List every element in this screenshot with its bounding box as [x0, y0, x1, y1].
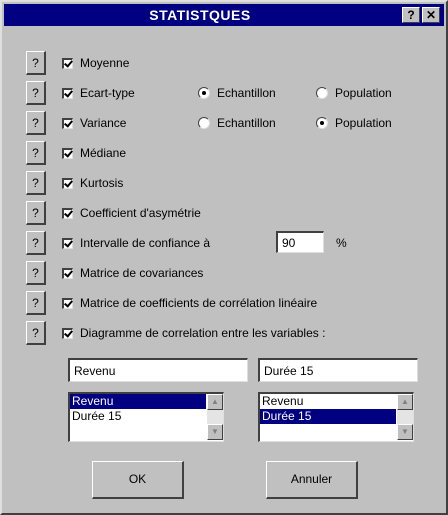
- checkbox-box[interactable]: [62, 147, 73, 159]
- help-button-correlation[interactable]: ?: [26, 291, 46, 315]
- confidence-level-input[interactable]: 90: [276, 231, 324, 253]
- help-button-moyenne[interactable]: ?: [26, 51, 46, 75]
- checkbox-label: Médiane: [80, 146, 127, 160]
- close-icon[interactable]: ✕: [422, 7, 440, 23]
- radio-dot[interactable]: [316, 87, 328, 99]
- checkbox-label: Moyenne: [80, 56, 130, 70]
- checkbox-label: Diagramme de correlation entre les varia…: [80, 326, 326, 340]
- radio-dot[interactable]: [198, 117, 210, 129]
- radio-label: Population: [335, 86, 392, 100]
- title-bar: STATISTQUES ? ✕: [4, 4, 444, 26]
- scrollbar[interactable]: ▲ ▼: [207, 394, 223, 440]
- checkbox-box[interactable]: [62, 237, 73, 249]
- checkbox-label: Kurtosis: [80, 176, 124, 190]
- statistiques-dialog: STATISTQUES ? ✕ ? ? ? ? ? ? ? ? ? ? Moye…: [0, 0, 448, 515]
- help-button-intervalle[interactable]: ?: [26, 231, 46, 255]
- radio-variance-echantillon[interactable]: Echantillon: [198, 114, 276, 132]
- checkbox-correlation[interactable]: Matrice de coefficients de corrélation l…: [62, 294, 317, 312]
- help-button-ecart-type[interactable]: ?: [26, 81, 46, 105]
- radio-ecart-type-population[interactable]: Population: [316, 84, 392, 102]
- help-button-asymetrie[interactable]: ?: [26, 201, 46, 225]
- variable-listbox-right[interactable]: Revenu Durée 15 ▲ ▼: [258, 392, 414, 442]
- checkbox-asymetrie[interactable]: Coefficient d'asymétrie: [62, 204, 201, 222]
- checkbox-box[interactable]: [62, 87, 73, 99]
- radio-dot[interactable]: [316, 117, 328, 129]
- checkbox-covariances[interactable]: Matrice de covariances: [62, 264, 203, 282]
- list-item[interactable]: Revenu: [70, 394, 206, 409]
- help-icon[interactable]: ?: [402, 7, 420, 23]
- dialog-title: STATISTQUES: [149, 7, 251, 23]
- checkbox-label: Matrice de coefficients de corrélation l…: [80, 296, 318, 310]
- checkbox-box[interactable]: [62, 327, 73, 339]
- cancel-button[interactable]: Annuler: [266, 461, 358, 499]
- radio-variance-population[interactable]: Population: [316, 114, 392, 132]
- checkbox-mediane[interactable]: Médiane: [62, 144, 126, 162]
- checkbox-box[interactable]: [62, 117, 73, 129]
- radio-ecart-type-echantillon[interactable]: Echantillon: [198, 84, 276, 102]
- radio-label: Echantillon: [217, 86, 276, 100]
- scroll-up-icon[interactable]: ▲: [207, 394, 223, 410]
- help-button-mediane[interactable]: ?: [26, 141, 46, 165]
- checkbox-label: Ecart-type: [80, 86, 135, 100]
- checkbox-box[interactable]: [62, 267, 73, 279]
- checkbox-variance[interactable]: Variance: [62, 114, 126, 132]
- list-item[interactable]: Durée 15: [260, 409, 396, 424]
- radio-dot[interactable]: [198, 87, 210, 99]
- checkbox-box[interactable]: [62, 177, 73, 189]
- checkbox-label: Variance: [80, 116, 127, 130]
- help-button-diagramme[interactable]: ?: [26, 321, 46, 345]
- variable-right-input[interactable]: Durée 15: [258, 358, 418, 382]
- checkbox-intervalle[interactable]: Intervalle de confiance à: [62, 234, 210, 252]
- radio-label: Population: [335, 116, 392, 130]
- ok-button[interactable]: OK: [92, 461, 184, 499]
- checkbox-label: Intervalle de confiance à: [80, 236, 211, 250]
- checkbox-box[interactable]: [62, 57, 73, 69]
- help-button-covariances[interactable]: ?: [26, 261, 46, 285]
- list-item[interactable]: Revenu: [260, 394, 396, 409]
- percent-label: %: [336, 236, 347, 250]
- checkbox-box[interactable]: [62, 297, 73, 309]
- scroll-up-icon[interactable]: ▲: [397, 394, 413, 410]
- scroll-down-icon[interactable]: ▼: [207, 424, 223, 440]
- variable-left-input[interactable]: Revenu: [68, 358, 248, 382]
- variable-listbox-left[interactable]: Revenu Durée 15 ▲ ▼: [68, 392, 224, 442]
- checkbox-ecart-type[interactable]: Ecart-type: [62, 84, 135, 102]
- scrollbar[interactable]: ▲ ▼: [397, 394, 413, 440]
- checkbox-label: Matrice de covariances: [80, 266, 204, 280]
- checkbox-box[interactable]: [62, 207, 73, 219]
- radio-label: Echantillon: [217, 116, 276, 130]
- checkbox-kurtosis[interactable]: Kurtosis: [62, 174, 123, 192]
- scroll-down-icon[interactable]: ▼: [397, 424, 413, 440]
- checkbox-label: Coefficient d'asymétrie: [80, 206, 201, 220]
- help-button-kurtosis[interactable]: ?: [26, 171, 46, 195]
- checkbox-diagramme[interactable]: Diagramme de correlation entre les varia…: [62, 324, 325, 342]
- checkbox-moyenne[interactable]: Moyenne: [62, 54, 129, 72]
- help-button-variance[interactable]: ?: [26, 111, 46, 135]
- list-item[interactable]: Durée 15: [70, 409, 206, 424]
